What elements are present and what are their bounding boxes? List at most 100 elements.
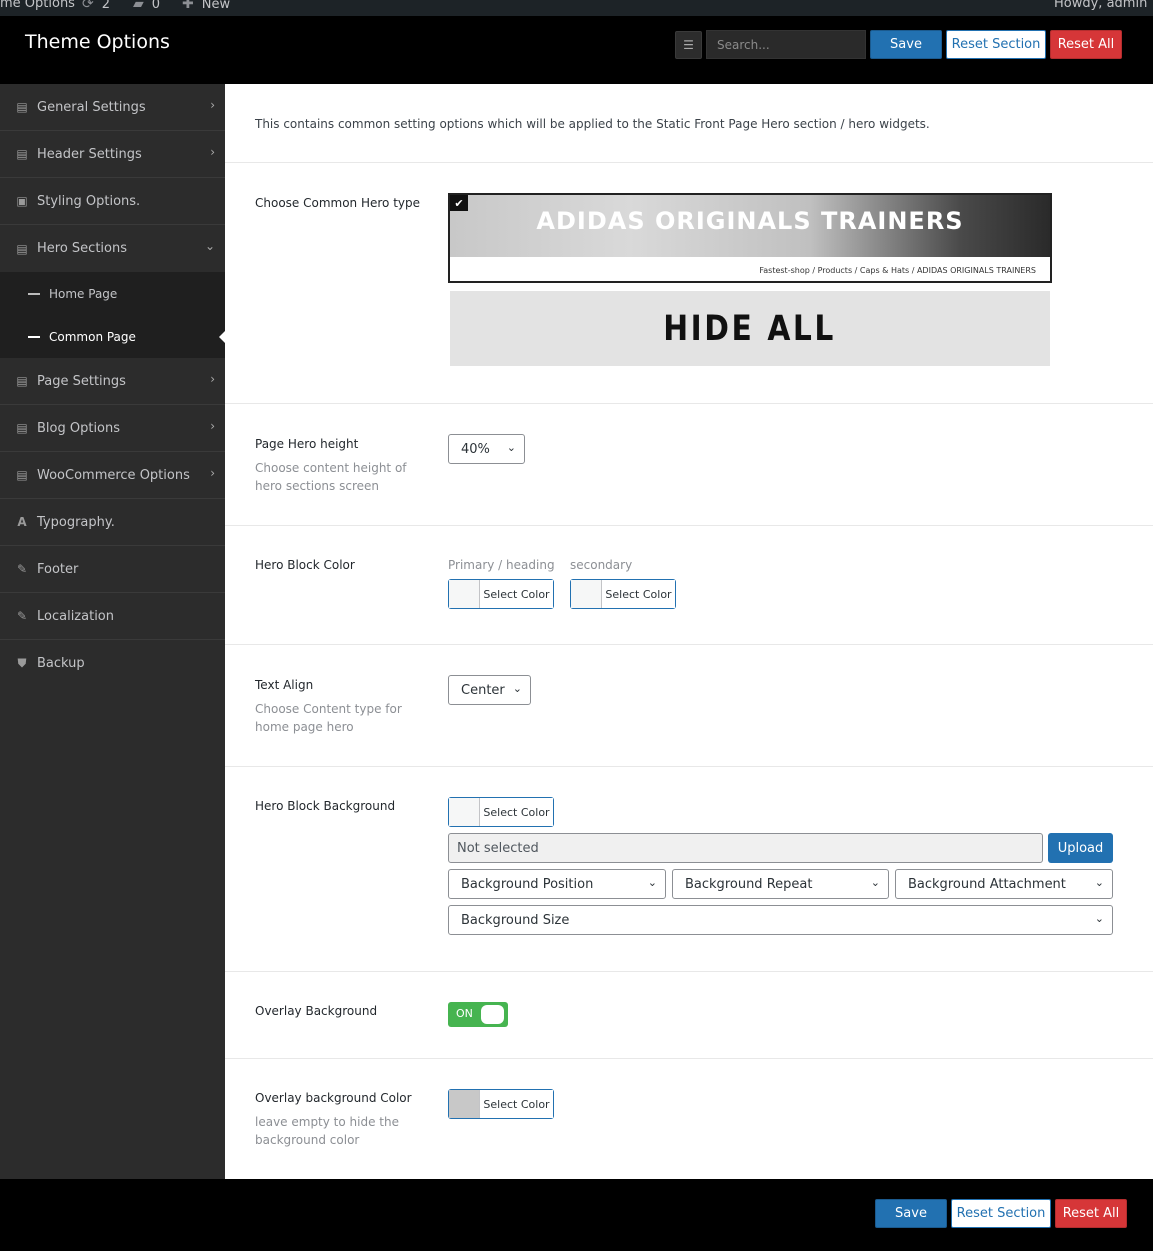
expand-options-icon[interactable]: ☰ [675,31,702,59]
footer-save-button[interactable]: Save [875,1199,947,1228]
search-input[interactable] [706,30,866,59]
divider [225,162,1153,163]
hero-height-value: 40% [461,441,490,457]
bg-attachment-select[interactable]: Background Attachment ⌄ [895,869,1113,899]
sidebar-item-label: Page Settings [37,373,126,389]
dash-icon [28,335,40,338]
sidebar-item-label: Backup [37,656,85,671]
admin-bar-site-label: me Options [0,0,75,11]
upload-button[interactable]: Upload [1048,833,1113,863]
section-description: This contains common setting options whi… [255,117,930,131]
overlay-color-picker[interactable]: Select Color [448,1089,554,1119]
secondary-color-picker[interactable]: Select Color [570,579,676,609]
hero-bg-color-picker[interactable]: Select Color [448,797,554,827]
reset-section-button[interactable]: Reset Section [946,30,1046,59]
comment-icon: ▰ [133,0,144,12]
chevron-down-icon: ⌄ [204,239,215,253]
divider [225,644,1153,645]
overlay-bg-label: Overlay Background [255,1004,378,1018]
sidebar-item-backup[interactable]: ⛊ Backup [0,640,225,687]
hero-type-option-hide-all[interactable]: HIDE ALL [450,291,1050,366]
toggle-on-label: ON [456,1007,473,1020]
edit-icon: ✎ [16,562,28,576]
admin-bar-comments[interactable]: ▰ 0 [133,0,160,12]
bg-position-value: Background Position [461,876,594,892]
chevron-down-icon: ⌄ [870,876,880,889]
sidebar-item-blog-options[interactable]: ▤ Blog Options › [0,405,225,452]
howdy-label: Howdy, admin [1054,0,1148,11]
hero-type-option-breadcrumb[interactable]: ADIDAS ORIGINALS TRAINERS Fastest-shop /… [448,193,1052,283]
save-button[interactable]: Save [870,30,942,59]
sidebar-item-hero-sections[interactable]: ▤ Hero Sections ⌄ [0,225,225,272]
sidebar-item-typography[interactable]: A Typography. [0,499,225,546]
color-swatch [449,580,480,608]
color-swatch [571,580,602,608]
font-icon: A [17,515,27,529]
refresh-icon: ⟳ [82,0,94,12]
sidebar-item-styling-options[interactable]: ▣ Styling Options. [0,178,225,225]
reset-all-button[interactable]: Reset All [1050,30,1122,59]
sidebar-item-woocommerce-options[interactable]: ▤ WooCommerce Options › [0,452,225,499]
settings-icon: ▤ [16,241,28,256]
admin-bar-new[interactable]: ✚ New [182,0,230,12]
select-color-label: Select Color [480,798,553,826]
bg-repeat-value: Background Repeat [685,876,813,892]
page-title: Theme Options [25,31,170,53]
divider [225,525,1153,526]
sidebar-item-label: General Settings [37,99,146,115]
chevron-down-icon: ⌄ [1094,876,1104,889]
text-align-select[interactable]: Center ⌄ [448,675,531,705]
footer-reset-all-button[interactable]: Reset All [1055,1199,1127,1228]
admin-bar-howdy[interactable]: Howdy, admin [1054,0,1147,11]
bg-repeat-select[interactable]: Background Repeat ⌄ [672,869,889,899]
sidebar-item-footer[interactable]: ✎ Footer [0,546,225,593]
sidebar-item-page-settings[interactable]: ▤ Page Settings › [0,358,225,405]
sidebar: ▤ General Settings › ▤ Header Settings › ▣ St… [0,84,225,1179]
edit-icon: ✎ [16,609,28,623]
footer-reset-section-button[interactable]: Reset Section [951,1199,1051,1228]
divider [225,403,1153,404]
bg-attachment-value: Background Attachment [908,876,1066,892]
color-swatch [449,1090,480,1118]
check-icon: ✔ [450,195,468,211]
hero-height-label: Page Hero height [255,437,359,451]
comments-count: 0 [151,0,161,12]
bg-image-field[interactable]: Not selected [448,833,1043,863]
admin-bar-site[interactable]: me Options [0,0,75,11]
sidebar-subitem-home-page[interactable]: Home Page [0,272,225,315]
dash-icon [28,292,40,295]
bg-position-select[interactable]: Background Position ⌄ [448,869,666,899]
sidebar-item-label: Footer [37,561,79,577]
text-align-value: Center [461,682,505,698]
overlay-bg-toggle[interactable]: ON [448,1002,508,1027]
secondary-color-label: secondary [570,558,633,572]
sidebar-subitem-label: Home Page [49,286,118,301]
hide-all-title: HIDE ALL [663,308,837,349]
hero-height-select[interactable]: 40% ⌄ [448,434,525,464]
plus-icon: ✚ [182,0,194,12]
select-color-label: Select Color [480,580,553,608]
options-panel: This contains common setting options whi… [225,84,1153,1179]
sidebar-subitem-common-page[interactable]: Common Page [0,315,225,358]
divider [225,971,1153,972]
chevron-right-icon: › [210,98,215,112]
hero-type-label: Choose Common Hero type [255,196,421,210]
sidebar-item-general-settings[interactable]: ▤ General Settings › [0,84,225,131]
chevron-right-icon: › [210,466,215,480]
settings-icon: ▤ [16,100,28,114]
admin-bar-updates[interactable]: ⟳ 2 [82,0,110,12]
divider [225,766,1153,767]
primary-color-picker[interactable]: Select Color [448,579,554,609]
admin-bar: me Options ⟳ 2 ▰ 0 ✚ New Howdy, admin [0,0,1153,16]
new-label: New [201,0,231,12]
text-align-description: Choose Content type for home page hero [255,702,402,734]
bg-size-value: Background Size [461,912,570,928]
bg-size-select[interactable]: Background Size ⌄ [448,905,1113,935]
toggle-knob [481,1005,504,1024]
updates-count: 2 [101,0,111,12]
sidebar-item-header-settings[interactable]: ▤ Header Settings › [0,131,225,178]
sidebar-item-label: Localization [37,608,114,624]
sidebar-item-localization[interactable]: ✎ Localization [0,593,225,640]
styling-icon: ▣ [16,194,28,208]
options-header: Theme Options ☰ Save Reset Section Reset… [0,16,1153,84]
